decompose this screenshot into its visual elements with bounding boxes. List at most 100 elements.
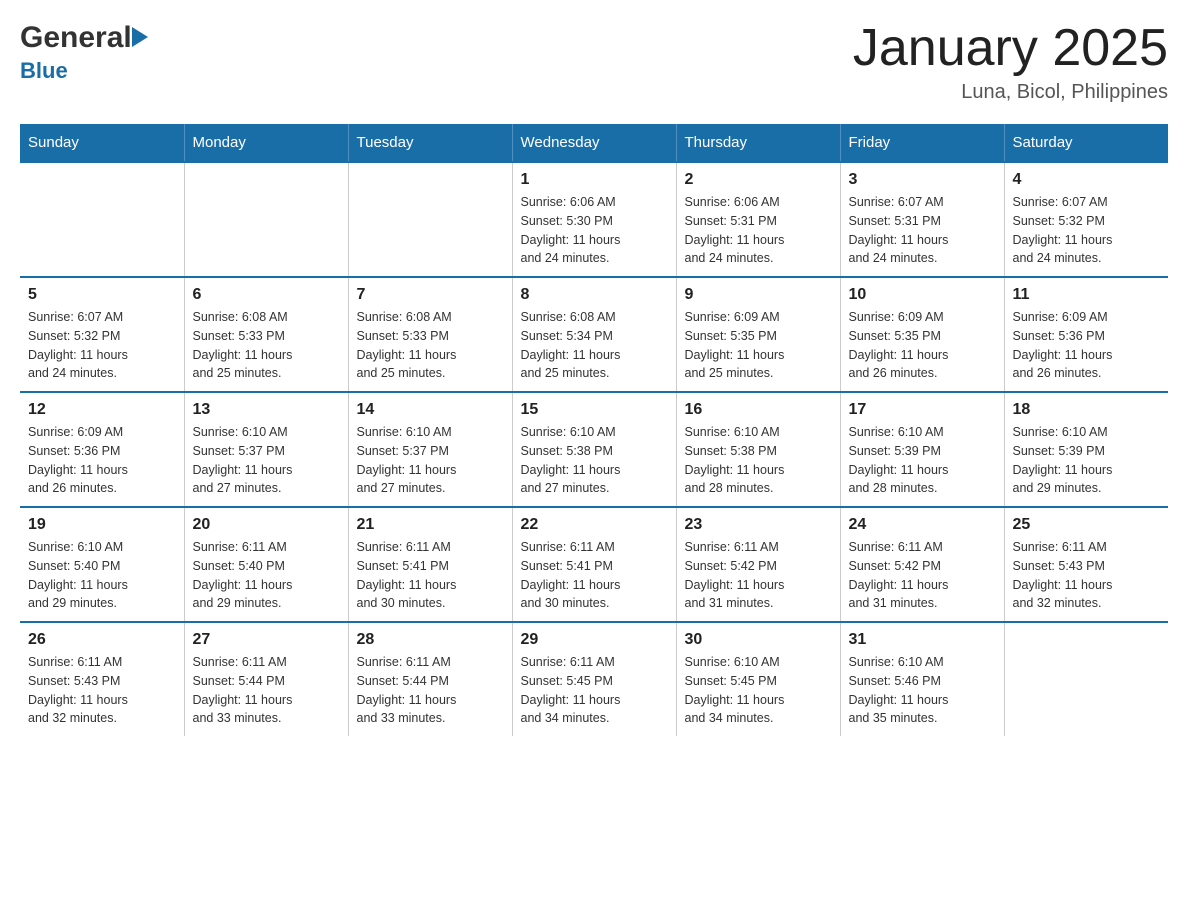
- location-text: Luna, Bicol, Philippines: [853, 81, 1168, 104]
- week-row-3: 19Sunrise: 6:10 AMSunset: 5:40 PMDayligh…: [20, 507, 1168, 622]
- calendar-cell: 4 Sunrise: 6:07 AMSunset: 5:32 PMDaylight…: [1004, 162, 1168, 277]
- logo-blue-text: Blue: [20, 58, 148, 84]
- calendar-cell: 6 Sunrise: 6:08 AMSunset: 5:33 PMDaylight…: [184, 277, 348, 392]
- col-saturday: Saturday: [1004, 124, 1168, 162]
- calendar-cell: 25 Sunrise: 6:11 AMSunset: 5:43 PMDayligh…: [1004, 507, 1168, 622]
- day-info: Sunrise: 6:11 AMSunset: 5:44 PMDaylight:…: [193, 653, 340, 728]
- day-number: 3: [849, 171, 996, 189]
- calendar-cell: [184, 162, 348, 277]
- col-friday: Friday: [840, 124, 1004, 162]
- day-info: Sunrise: 6:11 AMSunset: 5:42 PMDaylight:…: [849, 538, 996, 613]
- day-number: 16: [685, 401, 832, 419]
- day-number: 10: [849, 286, 996, 304]
- day-info: Sunrise: 6:10 AMSunset: 5:39 PMDaylight:…: [1013, 423, 1161, 498]
- col-thursday: Thursday: [676, 124, 840, 162]
- calendar-cell: 18 Sunrise: 6:10 AMSunset: 5:39 PMDayligh…: [1004, 392, 1168, 507]
- day-info: Sunrise: 6:11 AMSunset: 5:41 PMDaylight:…: [357, 538, 504, 613]
- day-number: 4: [1013, 171, 1161, 189]
- day-number: 18: [1013, 401, 1161, 419]
- day-number: 30: [685, 631, 832, 649]
- day-info: Sunrise: 6:11 AMSunset: 5:45 PMDaylight:…: [521, 653, 668, 728]
- calendar-cell: 12 Sunrise: 6:09 AMSunset: 5:36 PMDayligh…: [20, 392, 184, 507]
- day-number: 12: [28, 401, 176, 419]
- calendar-cell: 22Sunrise: 6:11 AMSunset: 5:41 PMDayligh…: [512, 507, 676, 622]
- day-number: 23: [685, 516, 832, 534]
- day-info: Sunrise: 6:07 AMSunset: 5:32 PMDaylight:…: [1013, 193, 1161, 268]
- calendar-cell: 10 Sunrise: 6:09 AMSunset: 5:35 PMDayligh…: [840, 277, 1004, 392]
- calendar-cell: 24 Sunrise: 6:11 AMSunset: 5:42 PMDayligh…: [840, 507, 1004, 622]
- col-sunday: Sunday: [20, 124, 184, 162]
- day-number: 22: [521, 516, 668, 534]
- calendar-cell: 3 Sunrise: 6:07 AMSunset: 5:31 PMDaylight…: [840, 162, 1004, 277]
- day-number: 24: [849, 516, 996, 534]
- calendar-cell: 30Sunrise: 6:10 AMSunset: 5:45 PMDayligh…: [676, 622, 840, 736]
- calendar-header: Sunday Monday Tuesday Wednesday Thursday…: [20, 124, 1168, 162]
- calendar-cell: 26 Sunrise: 6:11 AMSunset: 5:43 PMDayligh…: [20, 622, 184, 736]
- day-info: Sunrise: 6:10 AMSunset: 5:37 PMDaylight:…: [193, 423, 340, 498]
- day-info: Sunrise: 6:08 AMSunset: 5:33 PMDaylight:…: [193, 308, 340, 383]
- calendar-cell: [1004, 622, 1168, 736]
- day-info: Sunrise: 6:10 AMSunset: 5:37 PMDaylight:…: [357, 423, 504, 498]
- day-number: 14: [357, 401, 504, 419]
- title-block: January 2025 Luna, Bicol, Philippines: [853, 20, 1168, 104]
- day-number: 6: [193, 286, 340, 304]
- day-number: 17: [849, 401, 996, 419]
- col-tuesday: Tuesday: [348, 124, 512, 162]
- calendar-cell: 20 Sunrise: 6:11 AMSunset: 5:40 PMDayligh…: [184, 507, 348, 622]
- day-info: Sunrise: 6:11 AMSunset: 5:40 PMDaylight:…: [193, 538, 340, 613]
- calendar-cell: 14 Sunrise: 6:10 AMSunset: 5:37 PMDayligh…: [348, 392, 512, 507]
- calendar-cell: 13 Sunrise: 6:10 AMSunset: 5:37 PMDayligh…: [184, 392, 348, 507]
- day-number: 20: [193, 516, 340, 534]
- calendar-cell: 21 Sunrise: 6:11 AMSunset: 5:41 PMDayligh…: [348, 507, 512, 622]
- day-number: 8: [521, 286, 668, 304]
- calendar-cell: 19Sunrise: 6:10 AMSunset: 5:40 PMDayligh…: [20, 507, 184, 622]
- calendar-cell: [20, 162, 184, 277]
- logo-arrow-icon: [132, 27, 148, 47]
- week-row-1: 5Sunrise: 6:07 AMSunset: 5:32 PMDaylight…: [20, 277, 1168, 392]
- calendar-cell: 27 Sunrise: 6:11 AMSunset: 5:44 PMDayligh…: [184, 622, 348, 736]
- day-number: 2: [685, 171, 832, 189]
- calendar-cell: 16Sunrise: 6:10 AMSunset: 5:38 PMDayligh…: [676, 392, 840, 507]
- day-info: Sunrise: 6:10 AMSunset: 5:46 PMDaylight:…: [849, 653, 996, 728]
- day-number: 19: [28, 516, 176, 534]
- calendar-cell: 1Sunrise: 6:06 AMSunset: 5:30 PMDaylight…: [512, 162, 676, 277]
- day-number: 9: [685, 286, 832, 304]
- day-info: Sunrise: 6:06 AMSunset: 5:31 PMDaylight:…: [685, 193, 832, 268]
- col-monday: Monday: [184, 124, 348, 162]
- day-number: 25: [1013, 516, 1161, 534]
- day-info: Sunrise: 6:08 AMSunset: 5:33 PMDaylight:…: [357, 308, 504, 383]
- day-info: Sunrise: 6:09 AMSunset: 5:35 PMDaylight:…: [849, 308, 996, 383]
- logo: General Blue: [20, 20, 148, 84]
- calendar-cell: 28Sunrise: 6:11 AMSunset: 5:44 PMDayligh…: [348, 622, 512, 736]
- calendar-cell: 5Sunrise: 6:07 AMSunset: 5:32 PMDaylight…: [20, 277, 184, 392]
- page-header: General Blue January 2025 Luna, Bicol, P…: [20, 20, 1168, 104]
- day-info: Sunrise: 6:09 AMSunset: 5:35 PMDaylight:…: [685, 308, 832, 383]
- calendar-cell: 17 Sunrise: 6:10 AMSunset: 5:39 PMDayligh…: [840, 392, 1004, 507]
- calendar-cell: 9 Sunrise: 6:09 AMSunset: 5:35 PMDaylight…: [676, 277, 840, 392]
- day-info: Sunrise: 6:11 AMSunset: 5:43 PMDaylight:…: [28, 653, 176, 728]
- week-row-4: 26 Sunrise: 6:11 AMSunset: 5:43 PMDayligh…: [20, 622, 1168, 736]
- day-number: 5: [28, 286, 176, 304]
- calendar-table: Sunday Monday Tuesday Wednesday Thursday…: [20, 124, 1168, 736]
- day-info: Sunrise: 6:10 AMSunset: 5:39 PMDaylight:…: [849, 423, 996, 498]
- day-number: 13: [193, 401, 340, 419]
- day-info: Sunrise: 6:11 AMSunset: 5:44 PMDaylight:…: [357, 653, 504, 728]
- day-info: Sunrise: 6:06 AMSunset: 5:30 PMDaylight:…: [521, 193, 668, 268]
- day-number: 7: [357, 286, 504, 304]
- calendar-body: 1Sunrise: 6:06 AMSunset: 5:30 PMDaylight…: [20, 162, 1168, 736]
- header-row: Sunday Monday Tuesday Wednesday Thursday…: [20, 124, 1168, 162]
- day-info: Sunrise: 6:11 AMSunset: 5:43 PMDaylight:…: [1013, 538, 1161, 613]
- calendar-cell: 11 Sunrise: 6:09 AMSunset: 5:36 PMDayligh…: [1004, 277, 1168, 392]
- day-info: Sunrise: 6:09 AMSunset: 5:36 PMDaylight:…: [1013, 308, 1161, 383]
- day-info: Sunrise: 6:09 AMSunset: 5:36 PMDaylight:…: [28, 423, 176, 498]
- day-number: 11: [1013, 286, 1161, 304]
- calendar-cell: 2 Sunrise: 6:06 AMSunset: 5:31 PMDaylight…: [676, 162, 840, 277]
- day-number: 27: [193, 631, 340, 649]
- day-info: Sunrise: 6:07 AMSunset: 5:31 PMDaylight:…: [849, 193, 996, 268]
- day-info: Sunrise: 6:10 AMSunset: 5:38 PMDaylight:…: [521, 423, 668, 498]
- day-info: Sunrise: 6:11 AMSunset: 5:42 PMDaylight:…: [685, 538, 832, 613]
- day-number: 26: [28, 631, 176, 649]
- day-number: 15: [521, 401, 668, 419]
- logo-general-text: General: [20, 20, 132, 56]
- day-number: 21: [357, 516, 504, 534]
